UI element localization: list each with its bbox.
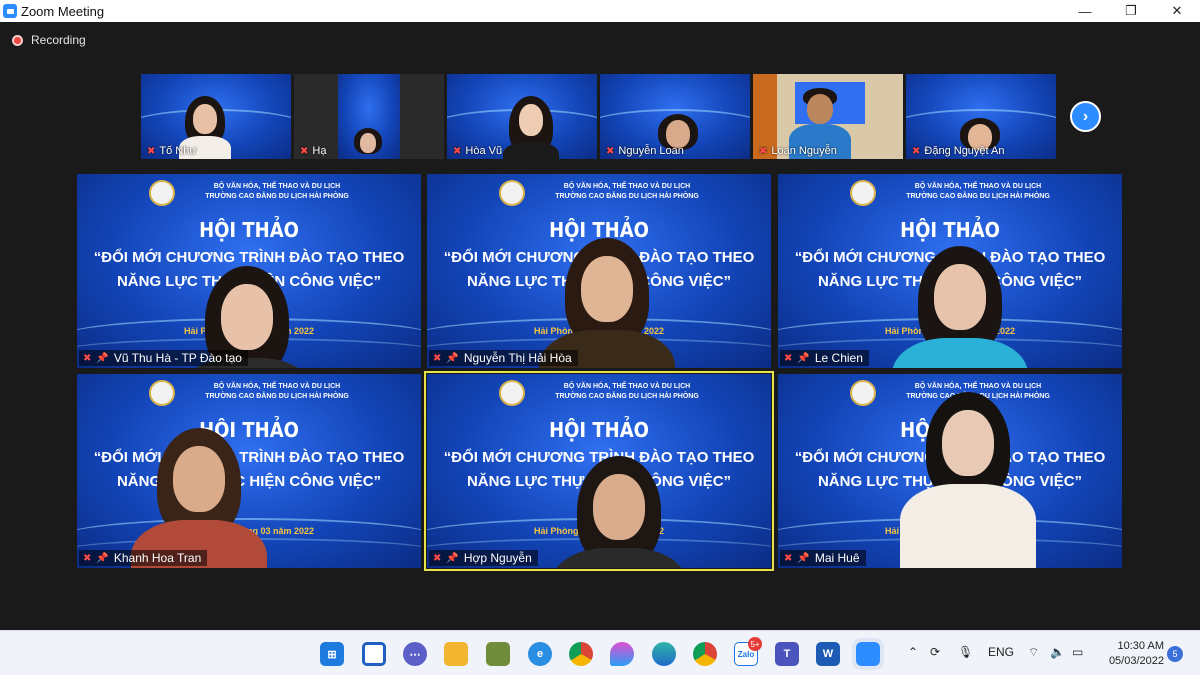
video-tile[interactable]: BỘ VĂN HÓA, THỂ THAO VÀ DU LỊCH TRƯỜNG CA… — [77, 174, 421, 368]
mic-off-icon: ✖ — [453, 145, 462, 157]
wifi-icon[interactable]: ⌔ — [1028, 645, 1039, 660]
zalo-badge: 5+ — [748, 637, 762, 651]
video-tile[interactable]: BỘ VĂN HÓA, THỂ THAO VÀ DU LỊCH TRƯỜNG CA… — [77, 374, 421, 568]
participant-name-label: ✖ 📌 Mai Huê — [780, 550, 866, 566]
participant-name: ✖ Tố Như — [147, 145, 197, 157]
participant-name: ✖ Hạ — [300, 145, 327, 157]
teams-icon[interactable]: T — [775, 642, 799, 666]
mic-off-icon: ✖ — [83, 352, 92, 364]
pin-icon: 📌 — [446, 552, 459, 564]
zoom-taskbar-icon[interactable] — [852, 638, 884, 670]
mic-off-icon: ✖ — [759, 145, 768, 157]
college-logo — [850, 180, 876, 206]
mic-off-icon: ✖ — [784, 352, 793, 364]
thumbnail-tile[interactable]: ✖ Tố Như — [141, 74, 291, 159]
slide-title: HỘI THẢO — [900, 218, 1000, 242]
chrome-profile-icon[interactable] — [693, 642, 717, 666]
participant-name-label: ✖ 📌 Le Chien — [780, 350, 869, 366]
notification-badge[interactable]: 5 — [1167, 646, 1183, 662]
next-page-button[interactable]: › — [1070, 101, 1101, 132]
college-logo — [850, 380, 876, 406]
college-logo — [149, 180, 175, 206]
thumbnail-tile[interactable]: ✖ Đặng Nguyệt An — [906, 74, 1056, 159]
video-tile[interactable]: BỘ VĂN HÓA, THỂ THAO VÀ DU LỊCH TRƯỜNG CA… — [427, 174, 771, 368]
thumbnail-tile[interactable]: ✖ Loan Nguyễn — [753, 74, 903, 159]
slide-organization: BỘ VĂN HÓA, THỂ THAO VÀ DU LỊCH TRƯỜNG CA… — [205, 383, 349, 400]
participant-name: ✖ Hòa Vũ — [453, 145, 503, 157]
video-tile[interactable]: BỘ VĂN HÓA, THỂ THAO VÀ DU LỊCH TRƯỜNG CA… — [778, 374, 1122, 568]
close-button[interactable]: ✕ — [1154, 0, 1200, 22]
recording-indicator[interactable]: Recording — [12, 33, 86, 47]
video-tile[interactable]: BỘ VĂN HÓA, THỂ THAO VÀ DU LỊCH TRƯỜNG CA… — [424, 371, 774, 571]
mic-off-icon: ✖ — [606, 145, 615, 157]
recording-icon — [12, 34, 23, 46]
slide-organization: BỘ VĂN HÓA, THỂ THAO VÀ DU LỊCH TRƯỜNG CA… — [906, 183, 1050, 200]
mic-off-icon: ✖ — [433, 552, 442, 564]
pin-icon: 📌 — [797, 352, 810, 364]
title-bar: Zoom Meeting — ❐ ✕ — [0, 0, 1200, 22]
language-indicator[interactable]: ENG — [988, 645, 1014, 659]
slide-subtitle: “ĐỔI MỚI CHƯƠNG TRÌNH ĐÀO TẠO THEONĂNG L… — [93, 449, 405, 490]
participant-name-label: ✖ 📌 Hợp Nguyễn — [429, 550, 538, 566]
mic-off-icon: ✖ — [147, 145, 156, 157]
chrome-icon[interactable] — [569, 642, 593, 666]
window-title: Zoom Meeting — [21, 3, 105, 19]
pin-icon: 📌 — [797, 552, 810, 564]
participant-name: ✖ Đặng Nguyệt An — [912, 145, 1005, 157]
volume-icon[interactable]: 🔈 — [1050, 645, 1065, 659]
slide-title: HỘI THẢO — [549, 418, 649, 442]
college-logo — [499, 380, 525, 406]
file-explorer-icon[interactable] — [444, 642, 468, 666]
clock[interactable]: 10:30 AM 05/03/2022 — [1100, 639, 1164, 669]
microphone-icon[interactable]: 🎙 — [958, 645, 973, 659]
clock-date: 05/03/2022 — [1108, 655, 1164, 667]
widgets-icon[interactable] — [362, 642, 386, 666]
pin-icon: 📌 — [446, 352, 459, 364]
teams-chat-icon[interactable]: ⋯ — [403, 642, 427, 666]
slide-organization: BỘ VĂN HÓA, THỂ THAO VÀ DU LỊCH TRƯỜNG CA… — [555, 383, 699, 400]
pin-icon: 📌 — [96, 352, 109, 364]
edge-icon[interactable] — [652, 642, 676, 666]
slide-title: HỘI THẢO — [199, 218, 299, 242]
slide-organization: BỘ VĂN HÓA, THỂ THAO VÀ DU LỊCH TRƯỜNG CA… — [205, 183, 349, 200]
zoom-app-icon — [3, 4, 17, 18]
chevron-up-icon[interactable]: ⌃ — [908, 645, 918, 659]
mic-off-icon: ✖ — [912, 145, 921, 157]
participant-name: ✖ Loan Nguyễn — [759, 145, 837, 157]
windows-start-icon[interactable]: ⊞ — [320, 642, 344, 666]
slide-organization: BỘ VĂN HÓA, THỂ THAO VÀ DU LỊCH TRƯỜNG CA… — [555, 183, 699, 200]
word-icon[interactable]: W — [816, 642, 840, 666]
slide-title: HỘI THẢO — [199, 418, 299, 442]
participant-name-label: ✖ 📌 Nguyễn Thị Hải Hòa — [429, 350, 578, 366]
college-logo — [149, 380, 175, 406]
video-tile[interactable]: BỘ VĂN HÓA, THỂ THAO VÀ DU LỊCH TRƯỜNG CA… — [778, 174, 1122, 368]
recording-label: Recording — [31, 33, 86, 47]
mic-off-icon: ✖ — [83, 552, 92, 564]
participant-name-label: ✖ 📌 Khanh Hoa Tran — [79, 550, 208, 566]
taskbar: ⊞ ⋯ e Zalo T W ⌃ ⟳ 🎙 ENG ⌔ 🔈 ▭ 10:30 AM … — [0, 630, 1200, 675]
pin-icon: 📌 — [96, 552, 109, 564]
thumbnail-tile[interactable]: ✖ Nguyễn Loan — [600, 74, 750, 159]
thumbnail-tile[interactable]: ✖ Hạ — [294, 74, 444, 159]
clock-time: 10:30 AM — [1117, 640, 1164, 652]
minimize-button[interactable]: — — [1062, 0, 1108, 22]
sync-icon[interactable]: ⟳ — [930, 645, 940, 659]
mic-off-icon: ✖ — [784, 552, 793, 564]
mic-off-icon: ✖ — [433, 352, 442, 364]
mic-off-icon: ✖ — [300, 145, 309, 157]
paint-icon[interactable] — [610, 642, 634, 666]
restore-button[interactable]: ❐ — [1108, 0, 1154, 22]
college-logo — [499, 180, 525, 206]
participant-name-label: ✖ 📌 Vũ Thu Hà - TP Đào tạo — [79, 350, 248, 366]
battery-icon[interactable]: ▭ — [1072, 645, 1083, 659]
participant-name: ✖ Nguyễn Loan — [606, 145, 684, 157]
game-app-icon[interactable] — [486, 642, 510, 666]
thumbnail-tile[interactable]: ✖ Hòa Vũ — [447, 74, 597, 159]
internet-explorer-icon[interactable]: e — [528, 642, 552, 666]
